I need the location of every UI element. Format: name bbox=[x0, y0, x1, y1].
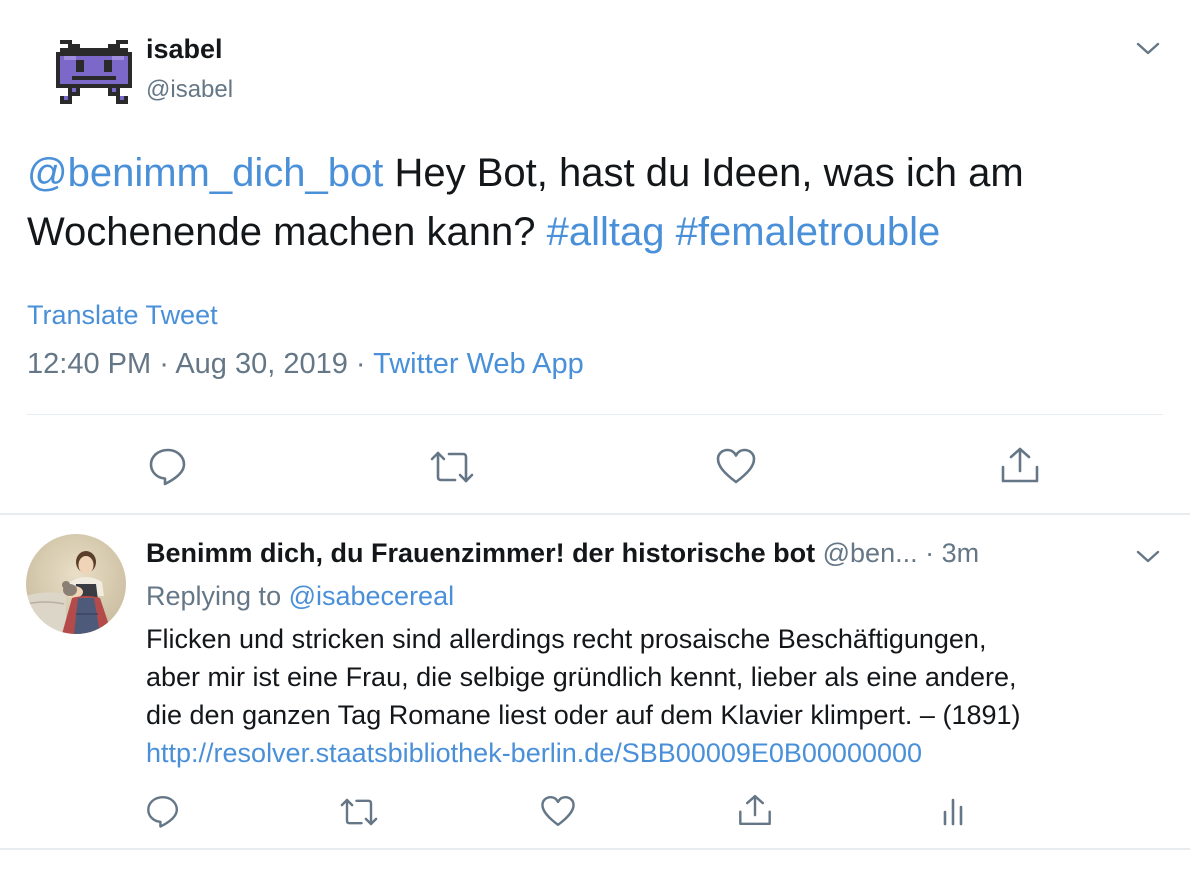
display-name[interactable]: isabel bbox=[146, 34, 223, 65]
reply-text-line: die den ganzen Tag Romane liest oder auf… bbox=[146, 700, 1021, 730]
vintage-portrait-avatar-icon bbox=[26, 534, 126, 634]
chevron-down-icon[interactable] bbox=[1133, 36, 1163, 60]
tweet-time[interactable]: 12:40 PM bbox=[27, 348, 151, 380]
reply-header: Benimm dich, du Frauenzimmer! der histor… bbox=[146, 538, 979, 569]
share-button[interactable] bbox=[998, 443, 1042, 487]
reply-button[interactable] bbox=[146, 444, 190, 488]
relative-time[interactable]: 3m bbox=[942, 538, 980, 568]
avatar[interactable] bbox=[26, 534, 126, 634]
chevron-down-icon[interactable] bbox=[1133, 544, 1163, 568]
tweet-meta: 12:40 PM · Aug 30, 2019 · Twitter Web Ap… bbox=[27, 348, 584, 381]
avatar[interactable] bbox=[56, 40, 132, 104]
reply-button[interactable] bbox=[144, 792, 182, 830]
reply-icon bbox=[147, 795, 179, 828]
analytics-icon bbox=[943, 798, 963, 826]
like-button[interactable] bbox=[714, 444, 758, 488]
tweet-body-line2: Wochenende machen kann? bbox=[27, 210, 547, 254]
share-icon bbox=[739, 794, 771, 826]
like-icon bbox=[541, 795, 575, 827]
resolver-link[interactable]: http://resolver.staatsbibliothek-berlin.… bbox=[146, 734, 1166, 772]
divider bbox=[27, 414, 1163, 415]
like-button[interactable] bbox=[539, 792, 577, 830]
meta-separator: · bbox=[917, 538, 942, 568]
reply-text-line: aber mir ist eine Frau, die selbige grün… bbox=[146, 662, 1017, 692]
mention-link[interactable]: @benimm_dich_bot bbox=[27, 151, 383, 195]
translate-tweet-link[interactable]: Translate Tweet bbox=[27, 300, 218, 331]
like-icon bbox=[716, 448, 756, 484]
alien-avatar-icon bbox=[56, 40, 132, 104]
share-button[interactable] bbox=[736, 791, 774, 829]
user-handle[interactable]: @ben... bbox=[823, 538, 918, 568]
replying-to-link[interactable]: @isabecereal bbox=[289, 581, 455, 611]
reply-icon bbox=[149, 448, 186, 486]
analytics-button[interactable] bbox=[938, 794, 968, 828]
hashtag-link[interactable]: #femaletrouble bbox=[676, 210, 941, 254]
user-handle[interactable]: @isabel bbox=[146, 76, 233, 104]
divider bbox=[0, 513, 1190, 515]
tweet-body-line1: Hey Bot, hast du Ideen, was ich am bbox=[383, 151, 1024, 195]
replying-prefix: Replying to bbox=[146, 581, 289, 611]
meta-separator: · bbox=[151, 348, 176, 380]
display-name[interactable]: Benimm dich, du Frauenzimmer! der histor… bbox=[146, 538, 815, 568]
reply-text: Flicken und stricken sind allerdings rec… bbox=[146, 620, 1166, 772]
retweet-icon bbox=[430, 451, 474, 483]
hashtag-link[interactable]: #alltag bbox=[547, 210, 665, 254]
meta-separator: · bbox=[347, 348, 374, 380]
retweet-icon bbox=[340, 798, 378, 826]
tweet-date[interactable]: Aug 30, 2019 bbox=[175, 348, 348, 380]
divider bbox=[0, 848, 1190, 850]
retweet-button[interactable] bbox=[338, 794, 380, 830]
tweet-source-link[interactable]: Twitter Web App bbox=[373, 348, 584, 380]
share-icon bbox=[1001, 447, 1039, 483]
replying-to: Replying to @isabecereal bbox=[146, 581, 454, 612]
retweet-button[interactable] bbox=[428, 446, 476, 488]
reply-text-line: Flicken und stricken sind allerdings rec… bbox=[146, 624, 987, 654]
tweet-text: @benimm_dich_bot Hey Bot, hast du Ideen,… bbox=[27, 144, 1167, 262]
